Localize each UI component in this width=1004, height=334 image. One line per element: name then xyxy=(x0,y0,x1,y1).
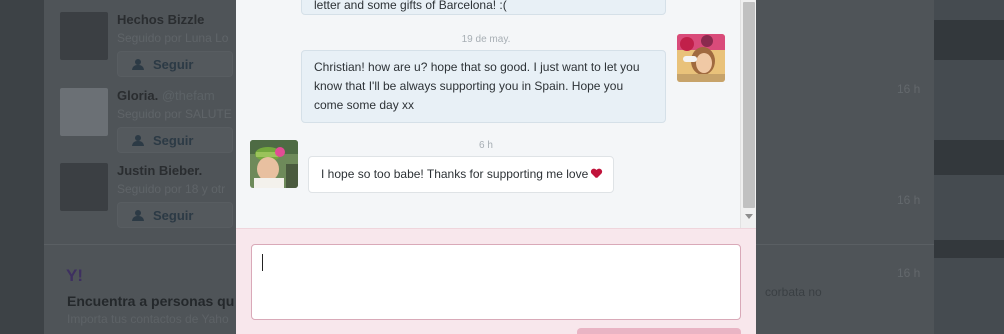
message-input[interactable] xyxy=(251,244,741,320)
message-thread: letter and some gifts of Barcelona! :( 1… xyxy=(236,0,740,228)
send-message-button[interactable] xyxy=(577,328,741,334)
yahoo-logo: Y! xyxy=(66,266,83,285)
followed-by-text: Seguido por 18 y otr xyxy=(117,182,226,196)
follow-button[interactable]: Seguir xyxy=(117,202,233,228)
message-bubble-received: I hope so too babe! Thanks for supportin… xyxy=(308,156,615,193)
avatar xyxy=(60,163,108,211)
who-to-follow-name[interactable]: Hechos Bizzle xyxy=(117,12,204,27)
who-to-follow-item: Gloria. @thefam Seguido por SALUTE Segui… xyxy=(60,88,240,158)
find-people-title[interactable]: Encuentra a personas qu xyxy=(67,293,234,309)
avatar xyxy=(250,140,298,188)
add-user-icon xyxy=(132,135,144,146)
follow-button[interactable]: Seguir xyxy=(117,51,233,77)
add-user-icon xyxy=(132,59,144,70)
background-timeline-edge xyxy=(934,0,1004,334)
direct-message-dialog: letter and some gifts of Barcelona! :( 1… xyxy=(236,0,756,334)
scrollbar-thumb[interactable] xyxy=(743,2,755,208)
followed-by-text: Seguido por Luna Lo xyxy=(117,31,229,45)
tweet-text-fragment: corbata no xyxy=(765,285,822,299)
date-separator: 19 de may. xyxy=(461,34,511,45)
text-caret xyxy=(262,254,263,271)
avatar xyxy=(60,88,108,136)
tweet-timestamp[interactable]: 16 h xyxy=(897,266,920,280)
scroll-down-arrow-icon[interactable] xyxy=(745,214,753,219)
message-bubble-sent: Christian! how are u? hope that so good.… xyxy=(301,50,666,123)
who-to-follow-name[interactable]: Justin Bieber. xyxy=(117,163,202,178)
who-to-follow-item: Justin Bieber. Seguido por 18 y otr Segu… xyxy=(60,163,240,233)
tweet-timestamp[interactable]: 16 h xyxy=(897,82,920,96)
message-bubble-sent: letter and some gifts of Barcelona! :( xyxy=(301,0,666,15)
date-separator: 6 h xyxy=(479,140,493,151)
followed-by-text: Seguido por SALUTE xyxy=(117,107,232,121)
find-people-subtitle: Importa tus contactos de Yaho xyxy=(67,312,229,326)
avatar xyxy=(60,12,108,60)
who-to-follow-name[interactable]: Gloria. @thefam xyxy=(117,88,215,103)
avatar xyxy=(677,34,725,82)
heart-icon xyxy=(591,169,601,179)
tweet-timestamp[interactable]: 16 h xyxy=(897,193,920,207)
add-user-icon xyxy=(132,210,144,221)
scrollbar[interactable] xyxy=(740,0,756,228)
compose-area xyxy=(236,228,756,334)
who-to-follow-item: Hechos Bizzle Seguido por Luna Lo Seguir xyxy=(60,12,240,82)
follow-button[interactable]: Seguir xyxy=(117,127,233,153)
